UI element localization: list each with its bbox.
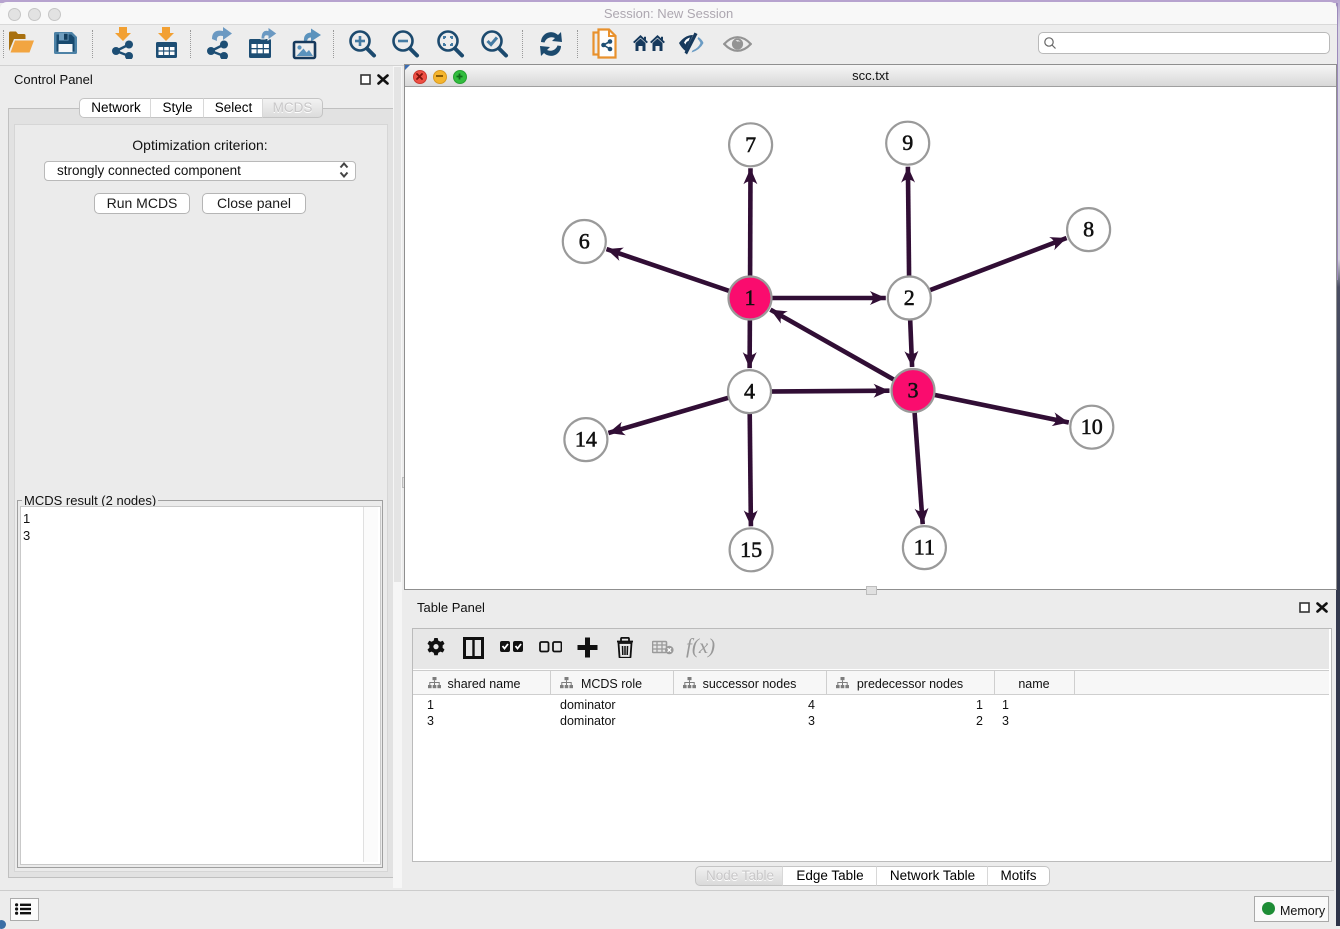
svg-text:15: 15 (740, 537, 762, 562)
svg-text:2: 2 (904, 285, 915, 310)
svg-text:8: 8 (1083, 217, 1094, 242)
svg-text:7: 7 (745, 132, 756, 157)
svg-text:14: 14 (575, 427, 597, 452)
svg-text:3: 3 (908, 378, 919, 403)
svg-text:4: 4 (744, 379, 755, 404)
svg-text:6: 6 (579, 229, 590, 254)
svg-text:9: 9 (902, 130, 913, 155)
svg-text:1: 1 (745, 285, 756, 310)
svg-text:11: 11 (914, 535, 935, 560)
svg-text:10: 10 (1081, 414, 1103, 439)
